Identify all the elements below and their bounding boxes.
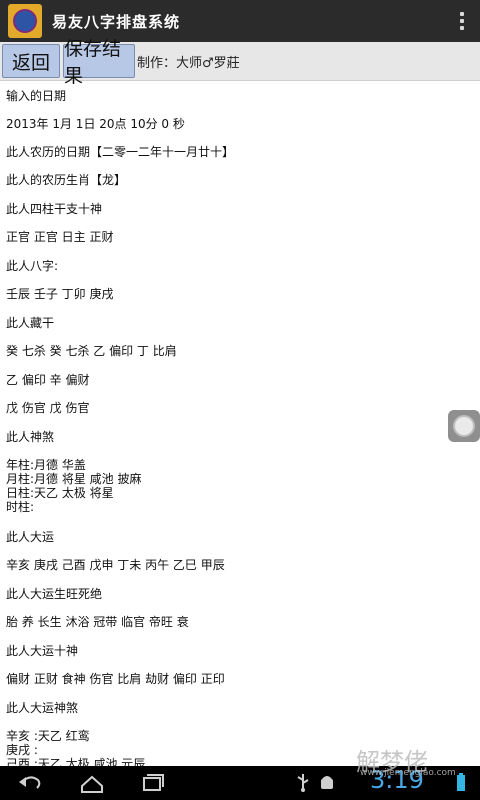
back-button[interactable]: 返回 xyxy=(2,44,60,78)
result-line: 此人大运十神 xyxy=(6,644,79,658)
result-text-area[interactable]: 输入的日期 2013年 1月 1日 20点 10分 0 秒 此人农历的日期【二零… xyxy=(0,80,480,766)
nav-home-icon[interactable] xyxy=(78,772,106,794)
credit-label: 制作：大师♂罗莊 xyxy=(137,55,240,71)
result-line: 此人八字: xyxy=(6,259,59,273)
app-logo-icon xyxy=(8,4,42,38)
result-line: 乙 偏印 辛 偏财 xyxy=(6,373,90,387)
nav-back-icon[interactable] xyxy=(16,772,44,794)
result-line: 己酉 :天乙 太极 咸池 元辰 xyxy=(6,757,146,766)
android-debug-icon xyxy=(321,776,333,789)
result-line: 此人四柱干支十神 xyxy=(6,202,103,216)
result-line: 偏财 正财 食神 伤官 比肩 劫财 偏印 正印 xyxy=(6,672,225,686)
result-line: 时柱: xyxy=(6,500,35,514)
result-line: 正官 正官 日主 正财 xyxy=(6,230,114,244)
result-line: 此人大运神煞 xyxy=(6,701,79,715)
result-line: 胎 养 长生 沐浴 冠带 临官 帝旺 衰 xyxy=(6,615,189,629)
nav-recent-icon[interactable] xyxy=(138,772,166,794)
action-toolbar: 返回 保存结果 制作：大师♂罗莊 xyxy=(0,38,480,87)
result-line: 癸 七杀 癸 七杀 乙 偏印 丁 比肩 xyxy=(6,344,177,358)
usb-icon xyxy=(297,774,309,792)
floating-assistive-icon[interactable] xyxy=(448,410,480,442)
app-title: 易友八字排盘系统 xyxy=(52,12,181,31)
result-line: 2013年 1月 1日 20点 10分 0 秒 xyxy=(6,117,185,131)
result-line: 戊 伤官 戊 伤官 xyxy=(6,401,90,415)
result-line: 此人的农历生肖【龙】 xyxy=(6,173,127,187)
overflow-menu-icon[interactable] xyxy=(460,12,464,30)
result-line: 输入的日期 xyxy=(6,89,67,103)
result-line: 壬辰 壬子 丁卯 庚戌 xyxy=(6,287,114,301)
result-line: 此人大运生旺死绝 xyxy=(6,587,103,601)
battery-icon xyxy=(457,773,465,791)
result-line: 辛亥 庚戌 己酉 戊申 丁未 丙午 乙巳 甲辰 xyxy=(6,558,225,572)
status-clock: 3:19 xyxy=(370,766,424,794)
result-line: 此人神煞 xyxy=(6,430,55,444)
result-line: 此人大运 xyxy=(6,530,55,544)
save-result-button[interactable]: 保存结果 xyxy=(63,38,135,87)
result-line: 此人农历的日期【二零一二年十一月廿十】 xyxy=(6,145,235,159)
result-line: 此人藏干 xyxy=(6,316,55,330)
